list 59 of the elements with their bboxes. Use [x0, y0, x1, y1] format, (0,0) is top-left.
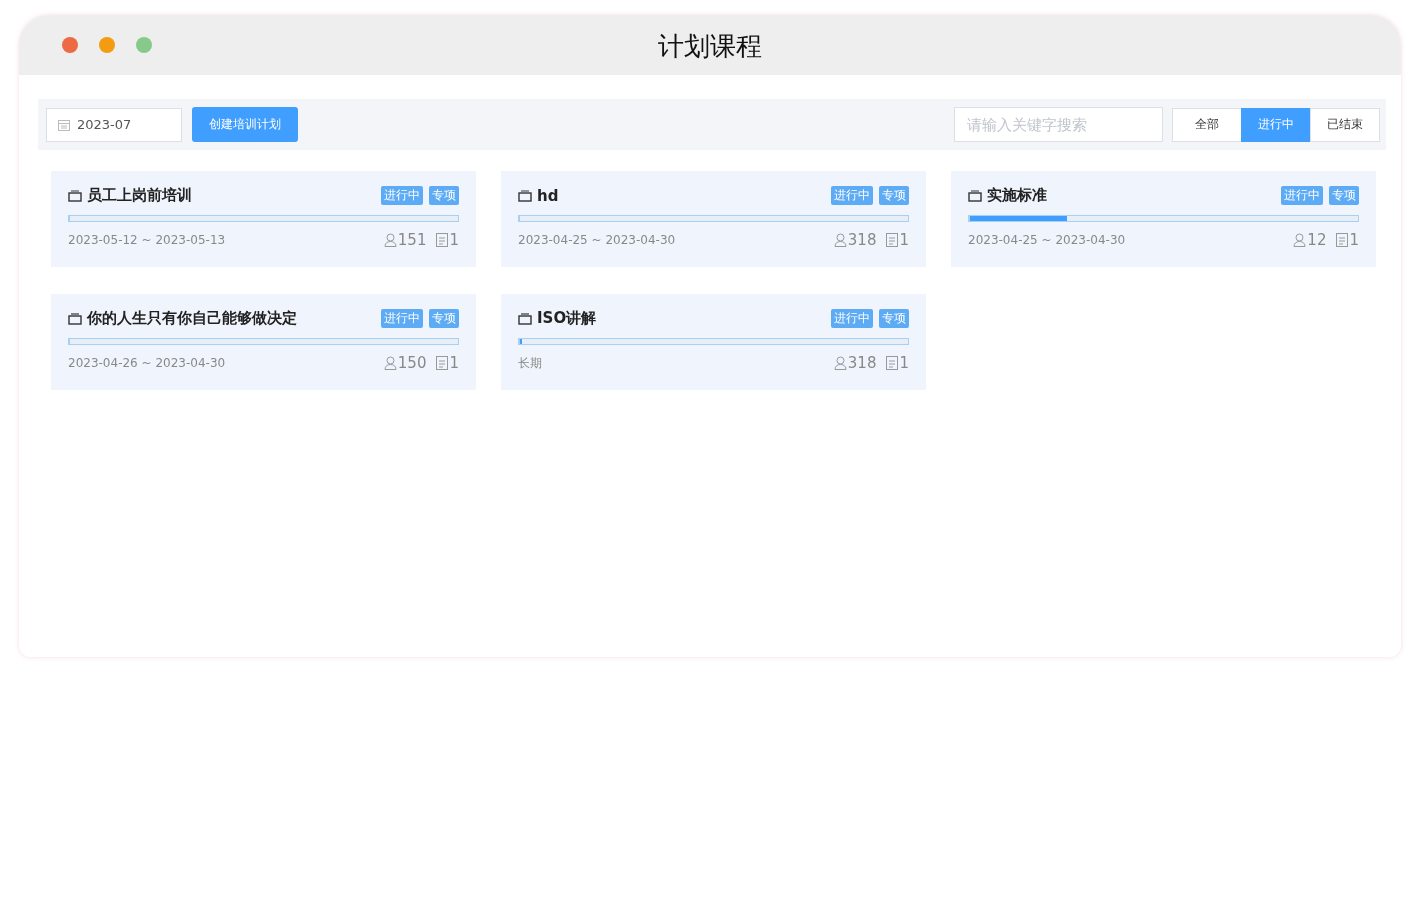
calendar-icon: [58, 118, 70, 131]
status-tag: 专项: [879, 186, 909, 205]
plan-period: 2023-04-26 ~ 2023-04-30: [68, 356, 226, 370]
status-tag: 专项: [429, 309, 459, 328]
plan-period: 长期: [518, 354, 542, 372]
course-count: 1: [899, 354, 909, 372]
folder-icon: [518, 189, 532, 202]
document-icon: [436, 356, 449, 370]
course-count: 1: [899, 231, 909, 249]
people-count: 151: [397, 231, 427, 249]
course-count: 1: [449, 231, 459, 249]
document-icon: [886, 356, 899, 370]
month-picker[interactable]: 2023-07: [46, 107, 182, 142]
plan-period: 2023-05-12 ~ 2023-05-13: [68, 233, 226, 247]
plan-title: 实施标准: [987, 186, 1047, 205]
person-icon: [383, 356, 397, 370]
plan-period: 2023-04-25 ~ 2023-04-30: [968, 233, 1126, 247]
status-tag: 专项: [1329, 186, 1359, 205]
course-count: 1: [1349, 231, 1359, 249]
person-icon: [833, 233, 847, 247]
filter-tab[interactable]: 已结束: [1310, 107, 1380, 142]
plan-card[interactable]: hd 进行中 专项 2023-04-25 ~ 2023-04-30 318 1: [501, 171, 926, 267]
status-tag: 进行中: [381, 186, 423, 205]
document-icon: [1336, 233, 1349, 247]
person-icon: [383, 233, 397, 247]
course-count: 1: [449, 354, 459, 372]
person-icon: [833, 356, 847, 370]
folder-icon: [68, 189, 82, 202]
people-count: 318: [847, 231, 877, 249]
people-count: 318: [847, 354, 877, 372]
status-tag: 专项: [429, 186, 459, 205]
plan-card[interactable]: 实施标准 进行中 专项 2023-04-25 ~ 2023-04-30 12 1: [951, 171, 1376, 267]
minimize-dot-icon[interactable]: [99, 37, 115, 53]
status-tag: 进行中: [381, 309, 423, 328]
status-tag: 进行中: [831, 186, 873, 205]
people-count: 150: [397, 354, 427, 372]
plan-period: 2023-04-25 ~ 2023-04-30: [518, 233, 676, 247]
document-icon: [436, 233, 449, 247]
document-icon: [886, 233, 899, 247]
plan-card[interactable]: 你的人生只有你自己能够做决定 进行中 专项 2023-04-26 ~ 2023-04-30 150 1: [51, 294, 476, 390]
maximize-dot-icon[interactable]: [136, 37, 152, 53]
plan-card[interactable]: 员工上岗前培训 进行中 专项 2023-05-12 ~ 2023-05-13 151 1: [51, 171, 476, 267]
folder-icon: [518, 312, 532, 325]
plan-title: ISO讲解: [537, 309, 597, 328]
people-count: 12: [1307, 231, 1327, 249]
status-tag: 进行中: [831, 309, 873, 328]
plan-title: 员工上岗前培训: [87, 186, 192, 205]
window-title: 计划课程: [658, 30, 762, 63]
plan-title: 你的人生只有你自己能够做决定: [87, 309, 297, 328]
filter-tab[interactable]: 全部: [1172, 107, 1242, 142]
status-tag: 进行中: [1281, 186, 1323, 205]
close-dot-icon[interactable]: [62, 37, 78, 53]
plan-title: hd: [537, 186, 559, 205]
person-icon: [1293, 233, 1307, 247]
folder-icon: [68, 312, 82, 325]
plan-card[interactable]: ISO讲解 进行中 专项 长期 318 1: [501, 294, 926, 390]
status-tag: 专项: [879, 309, 909, 328]
search-field[interactable]: 请输入关键字搜索: [954, 107, 1163, 142]
folder-icon: [968, 189, 982, 202]
